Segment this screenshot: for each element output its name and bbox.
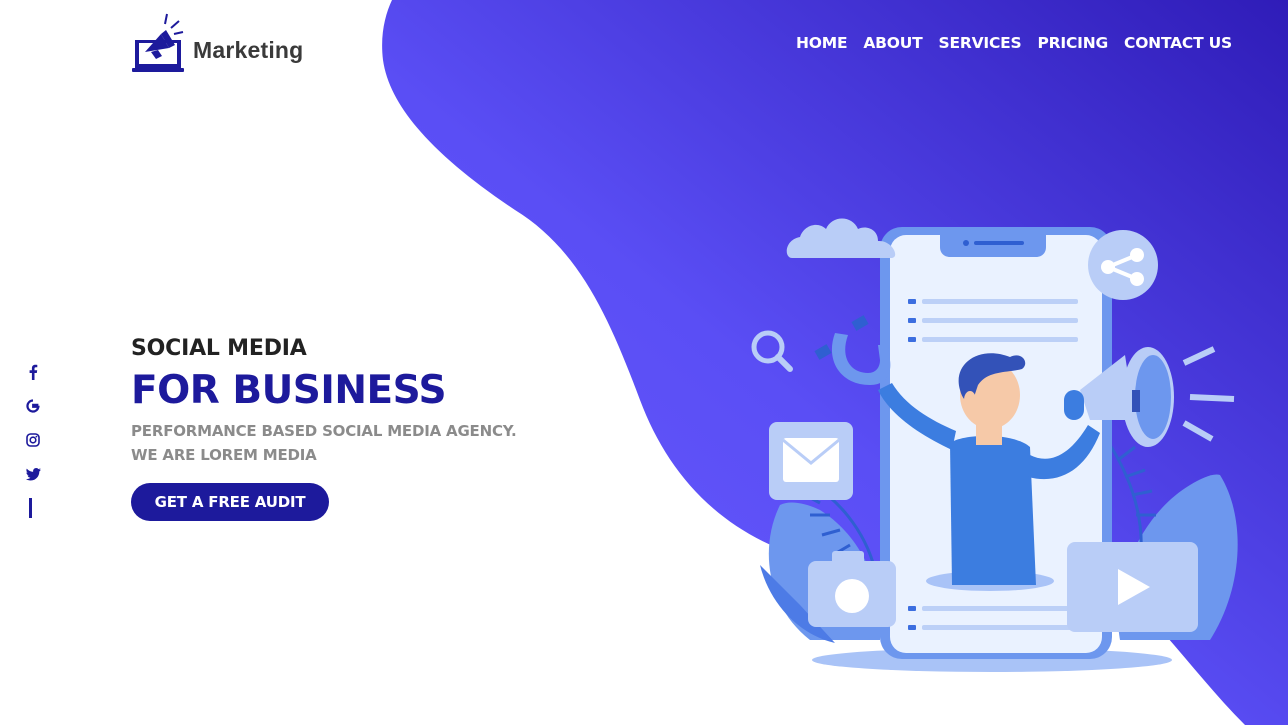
person-body: [950, 435, 1036, 585]
nav-item-contact-us[interactable]: CONTACT US: [1124, 34, 1232, 52]
nav-item-services[interactable]: SERVICES: [939, 34, 1022, 52]
hero-illustration: [751, 218, 1238, 672]
nav-item-home[interactable]: HOME: [796, 34, 848, 52]
google-icon[interactable]: [25, 398, 41, 414]
main-nav: HOME ABOUT SERVICES PRICING CONTACT US: [796, 34, 1232, 52]
facebook-icon[interactable]: [25, 364, 41, 380]
twitter-icon[interactable]: [25, 466, 41, 482]
hero-subtitle-line-1: PERFORMANCE BASED SOCIAL MEDIA AGENCY.: [131, 422, 517, 440]
instagram-icon[interactable]: [25, 432, 41, 448]
brand-name: Marketing: [193, 36, 304, 63]
hero-headline: FOR BUSINESS: [131, 368, 447, 413]
hero-subtitle-line-2: WE ARE LOREM MEDIA: [131, 446, 317, 464]
social-divider: [28, 498, 32, 518]
nav-item-about[interactable]: ABOUT: [863, 34, 922, 52]
hero-section: SOCIAL MEDIA FOR BUSINESS PERFORMANCE BA…: [131, 336, 517, 521]
cloud-icon: [786, 218, 896, 258]
share-icon: [1088, 230, 1158, 300]
social-links: [24, 364, 42, 518]
hero-kicker: SOCIAL MEDIA: [131, 336, 307, 361]
hero-subtitle: PERFORMANCE BASED SOCIAL MEDIA AGENCY. W…: [131, 419, 517, 467]
nav-item-pricing[interactable]: PRICING: [1038, 34, 1109, 52]
brand-logo[interactable]: Marketing: [131, 12, 303, 74]
megaphone-laptop-icon: [132, 13, 184, 72]
free-audit-button[interactable]: GET A FREE AUDIT: [131, 483, 329, 521]
